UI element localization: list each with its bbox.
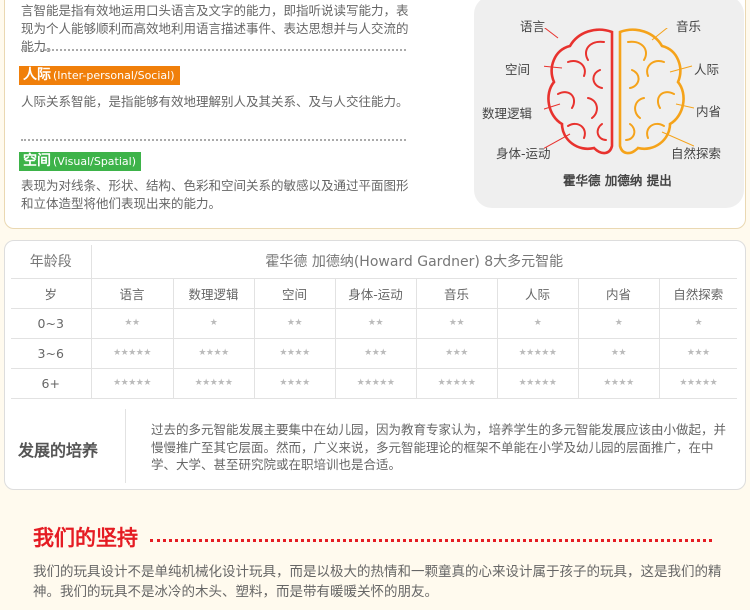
star-rating: ★★★★★ [497,338,579,369]
star-rating: ★★★ [335,338,417,369]
column-header: 身体-运动 [335,278,417,309]
age-cell: 6+ [11,368,92,399]
column-header: 数理逻辑 [173,278,255,309]
star-rating: ★★★★ [254,338,336,369]
column-header: 语言 [91,278,174,309]
intelligence-age-table: 年龄段 霍华德 加德纳(Howard Gardner) 8大多元智能 岁 语言 … [11,245,738,399]
section-divider [125,409,126,483]
dotted-divider [21,49,406,51]
column-header: 内省 [578,278,660,309]
insist-description: 我们的玩具设计不是单纯机械化设计玩具，而是以极大的热情和一颗童真的心来设计属于孩… [33,564,722,600]
star-rating: ★★★★ [173,338,255,369]
brain-label-logical: 数理逻辑 [482,106,533,121]
brain-label-intrapersonal: 内省 [696,104,722,119]
brain-label-bodily: 身体-运动 [496,146,551,161]
star-rating: ★ [497,308,579,339]
star-rating: ★★★★★ [173,368,255,399]
brain-label-linguistic: 语言 [520,19,546,34]
brain-illustration [544,28,694,155]
star-rating: ★★★★★ [91,368,174,399]
brain-label-naturalist: 自然探索 [671,146,722,161]
linguistic-description: 言智能是指有效地运用口头语言及文字的能力，即指听说读写能力，表现为个人能够顺利而… [21,3,409,54]
table-title-row: 年龄段 霍华德 加德纳(Howard Gardner) 8大多元智能 [11,245,738,279]
star-rating: ★★ [254,308,336,339]
column-header: 音乐 [416,278,498,309]
table-row: 0~3 ★★ ★ ★★ ★★ ★★ ★ ★ ★ [11,308,738,339]
star-rating: ★ [173,308,255,339]
spatial-description: 表现为对线条、形状、结构、色彩和空间关系的敏感以及通过平面图形和立体造型将他们表… [21,178,409,211]
brain-right-folds [625,40,675,141]
brain-right-hemisphere [618,28,685,155]
star-rating: ★★★ [659,338,738,369]
interpersonal-tag-en: (Inter-personal/Social) [53,69,175,82]
star-rating: ★★ [91,308,174,339]
intelligence-table-card: 年龄段 霍华德 加德纳(Howard Gardner) 8大多元智能 岁 语言 … [4,240,746,490]
insist-title: 我们的坚持 [33,526,138,550]
star-rating: ★ [578,308,660,339]
table-title: 霍华德 加德纳(Howard Gardner) 8大多元智能 [91,245,738,279]
star-rating: ★★★ [416,338,498,369]
spatial-tag: 空间 (Visual/Spatial) [19,152,141,171]
age-cell: 3~6 [11,338,92,369]
star-rating: ★★★★★ [497,368,579,399]
interpersonal-tag: 人际 (Inter-personal/Social) [19,66,180,85]
brain-caption: 霍华德 加德纳 提出 [563,173,672,188]
column-header: 空间 [254,278,336,309]
insist-dotted-line [150,539,712,542]
brain-left-hemisphere [547,28,614,155]
table-row: 3~6 ★★★★★ ★★★★ ★★★★ ★★★ ★★★ ★★★★★ ★★ ★★★ [11,338,738,369]
star-rating: ★★★★★ [335,368,417,399]
table-row: 6+ ★★★★★ ★★★★★ ★★★★ ★★★★★ ★★★★★ ★★★★★ ★★… [11,368,738,399]
table-column-header-row: 岁 语言 数理逻辑 空间 身体-运动 音乐 人际 内省 自然探索 [11,278,738,309]
age-cell: 0~3 [11,308,92,339]
age-header: 年龄段 [11,245,92,279]
star-rating: ★★ [416,308,498,339]
interpersonal-description: 人际关系智能，是指能够有效地理解别人及其关系、及与人交往能力。 [21,94,409,109]
development-text: 过去的多元智能发展主要集中在幼儿园，因为教育专家认为，培养学生的多元智能发展应该… [151,422,727,472]
spatial-tag-en: (Visual/Spatial) [53,155,136,168]
spatial-tag-cn: 空间 [23,153,51,169]
brain-right-connectors [651,28,694,147]
star-rating: ★★ [335,308,417,339]
star-rating: ★★★★ [254,368,336,399]
brain-label-spatial: 空间 [505,62,531,77]
column-header: 自然探索 [659,278,738,309]
star-rating: ★★★★ [578,368,660,399]
star-rating: ★ [659,308,738,339]
star-rating: ★★★★★ [659,368,738,399]
brain-left-folds [557,40,607,141]
star-rating: ★★ [578,338,660,369]
brain-label-interpersonal: 人际 [694,62,720,77]
dotted-divider [21,139,406,141]
development-label: 发展的培养 [18,441,99,460]
column-header: 人际 [497,278,579,309]
star-rating: ★★★★★ [416,368,498,399]
star-rating: ★★★★★ [91,338,174,369]
unit-label: 岁 [11,278,92,309]
brain-label-musical: 音乐 [676,19,702,34]
interpersonal-tag-cn: 人际 [23,67,51,83]
